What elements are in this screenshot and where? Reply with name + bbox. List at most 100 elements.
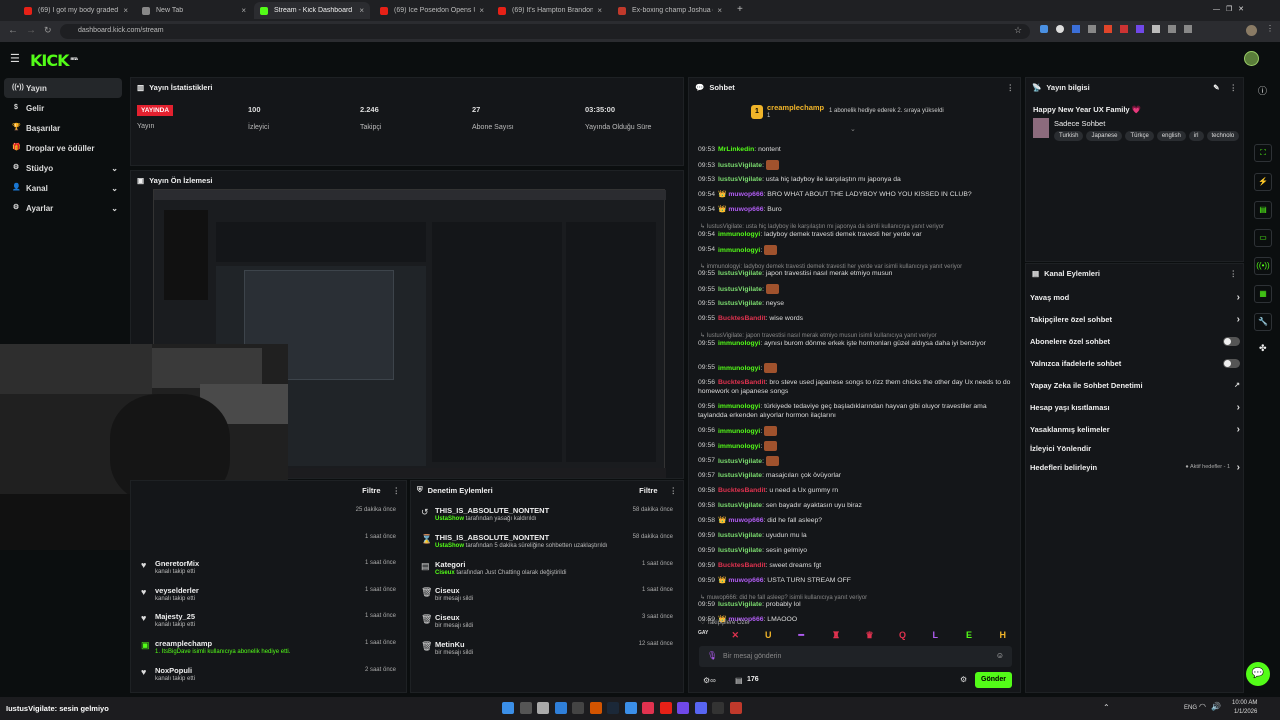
stream-tag[interactable]: Türkçe (1125, 131, 1154, 141)
chevron-right-icon[interactable]: › (1237, 292, 1240, 303)
mod-target[interactable]: Ciseux (435, 586, 460, 595)
chat-bubble-icon[interactable]: ▭ (1254, 229, 1272, 247)
firefox-icon[interactable] (589, 702, 602, 714)
chat-username[interactable]: immunologyi (718, 403, 760, 410)
expand-icon[interactable]: ⛶ (1254, 144, 1272, 162)
mod-filter-button[interactable]: Filtre (639, 486, 657, 495)
steam-icon[interactable] (607, 702, 619, 714)
activity-user[interactable]: creamplechamp (155, 639, 212, 648)
chat-username[interactable]: IustusVigilate (718, 300, 762, 307)
puzzle-icon[interactable]: ✤ (1259, 343, 1267, 354)
channel-action-abonelere-özel-sohbet[interactable]: Abonelere özel sohbet (1028, 330, 1246, 352)
browser-tab[interactable]: (69) I got my body graded in J…× (18, 2, 134, 19)
stream-info-menu-icon[interactable]: ⋮ (1230, 83, 1238, 92)
chat-username[interactable]: muwop666 (728, 206, 763, 213)
channel-actions-menu-icon[interactable]: ⋮ (1230, 269, 1238, 278)
emote-button[interactable]: ✕ (732, 630, 740, 641)
stream-tag[interactable]: english (1156, 131, 1186, 141)
chat-username[interactable]: BucktesBandit (718, 379, 766, 386)
chat-username[interactable]: immunologyi (718, 442, 760, 449)
category-name[interactable]: Sadece Sohbet (1054, 119, 1105, 128)
emoji-icon[interactable]: ☺ (996, 651, 1004, 660)
browser-tab[interactable]: Ex-boxing champ Joshua ditch…× (612, 2, 728, 19)
chevron-down-icon[interactable]: ⌄ (111, 184, 118, 193)
clock-date[interactable]: 1/1/2026 (1234, 709, 1257, 715)
toggle-switch[interactable] (1223, 358, 1240, 368)
reload-icon[interactable]: ↻ (44, 25, 52, 36)
toggle-switch[interactable] (1223, 336, 1240, 346)
activity-user[interactable]: veyselderler (155, 586, 199, 595)
chat-username[interactable]: muwop666 (728, 517, 763, 524)
volume-icon[interactable]: 🔊 (1211, 702, 1221, 711)
chat-username[interactable]: IustusVigilate (718, 547, 762, 554)
browser-menu-icon[interactable]: ⋮ (1266, 24, 1274, 33)
mod-target[interactable]: MetinKu (435, 640, 465, 649)
mic-icon[interactable]: 🎙 (707, 651, 717, 660)
chevron-down-icon[interactable]: ⌄ (111, 204, 118, 213)
sidebar-item-stüdyo[interactable]: ⚙ Stüdyo ⌄ (0, 158, 126, 178)
sidebar-item-başarılar[interactable]: 🏆 Başarılar (0, 118, 126, 138)
app-icon[interactable] (677, 702, 689, 714)
mod-menu-icon[interactable]: ⋮ (670, 486, 678, 495)
channel-action-takipçilere-özel-sohbet[interactable]: Takipçilere özel sohbet › (1028, 308, 1246, 330)
edge-icon[interactable] (554, 702, 567, 714)
chat-username[interactable]: immunologyi (718, 231, 760, 238)
mod-target[interactable]: Kategori (435, 560, 465, 569)
app-icon[interactable] (642, 702, 654, 714)
app-icon[interactable] (712, 702, 724, 714)
stream-tag[interactable]: technolo (1206, 131, 1240, 141)
close-icon[interactable]: × (475, 6, 484, 15)
stream-tag[interactable]: Japanese (1086, 131, 1123, 141)
mod-actor[interactable]: UstaShow (435, 543, 464, 549)
mod-target[interactable]: Ciseux (435, 613, 460, 622)
tray-chevron-icon[interactable]: ⌃ (1103, 703, 1110, 712)
chat-input[interactable]: 🎙 Bir mesaj gönderin ☺ (699, 646, 1012, 667)
chat-settings-icon[interactable]: ⚙ (960, 675, 967, 684)
mod-actor[interactable]: Ciseux (435, 570, 455, 576)
channel-action-yalnızca-ifadelerle-sohbet[interactable]: Yalnızca ifadelerle sohbet (1028, 352, 1246, 374)
chat-username[interactable]: IustusVigilate (718, 532, 762, 539)
close-icon[interactable]: × (713, 6, 722, 15)
browser-tab[interactable]: Stream - Kick Dashboard × (254, 2, 370, 19)
emote-button[interactable]: L (933, 630, 939, 640)
edit-icon[interactable]: ✎ (1213, 83, 1219, 92)
window-controls[interactable]: — ❐ ✕ (1213, 5, 1244, 13)
emote-button[interactable]: H (1000, 630, 1007, 640)
chat-username[interactable]: immunologyi (718, 340, 760, 347)
activity-user[interactable]: Majesty_25 (155, 612, 195, 621)
chat-username[interactable]: IustusVigilate (718, 472, 762, 479)
chat-username[interactable]: IustusVigilate (718, 176, 762, 183)
chat-username[interactable]: BucktesBandit (718, 315, 766, 322)
stream-tag[interactable]: irl (1188, 131, 1204, 141)
forward-icon[interactable]: → (26, 25, 36, 36)
activity-user[interactable]: NoxPopuli (155, 666, 192, 675)
activity-filter-button[interactable]: Filtre (362, 486, 380, 495)
wifi-icon[interactable]: ◠ (1199, 702, 1206, 711)
chat-username[interactable]: muwop666 (728, 191, 763, 198)
chat-username[interactable]: immunologyi (718, 364, 760, 371)
browser-tab[interactable]: (69) It's Hampton Brandon in J…× (492, 2, 608, 19)
close-icon[interactable]: × (237, 6, 246, 15)
mod-target[interactable]: THIS_IS_ABSOLUTE_NONTENT (435, 506, 549, 515)
hamburger-menu-icon[interactable]: ☰ (10, 52, 20, 65)
browser-tab[interactable]: (69) Ice Poseidon Opens Up o…× (374, 2, 490, 19)
emote-button[interactable]: ♜ (832, 630, 840, 641)
bookmark-star-icon[interactable]: ☆ (1014, 25, 1022, 36)
activity-user[interactable]: GneretorMix (155, 559, 199, 568)
channel-action-yapay-zeka-ile-sohbet-denetimi[interactable]: Yapay Zeka ile Sohbet Denetimi ↗ (1028, 374, 1246, 396)
sidebar-item-gelir[interactable]: $ Gelir (0, 98, 126, 118)
sidebar-item-droplar[interactable]: 🎁 Droplar ve ödüller (0, 138, 126, 158)
activity-menu-icon[interactable]: ⋮ (393, 486, 401, 495)
external-link-icon[interactable]: ↗ (1234, 381, 1240, 389)
chevron-right-icon[interactable]: › (1237, 424, 1240, 435)
chat-username[interactable]: immunologyi (718, 246, 760, 253)
broadcast-tool-icon[interactable]: ((•)) (1254, 257, 1272, 275)
chat-username[interactable]: IustusVigilate (718, 502, 762, 509)
emote-button[interactable]: ━ (799, 630, 804, 641)
user-avatar[interactable] (1244, 51, 1259, 66)
emote-button[interactable]: GAY (698, 630, 708, 636)
start-icon[interactable] (502, 702, 514, 714)
chat-username[interactable]: BucktesBandit (718, 562, 766, 569)
emote-button[interactable]: ♛ (866, 630, 874, 641)
pinned-user[interactable]: creamplechamp (767, 103, 824, 112)
